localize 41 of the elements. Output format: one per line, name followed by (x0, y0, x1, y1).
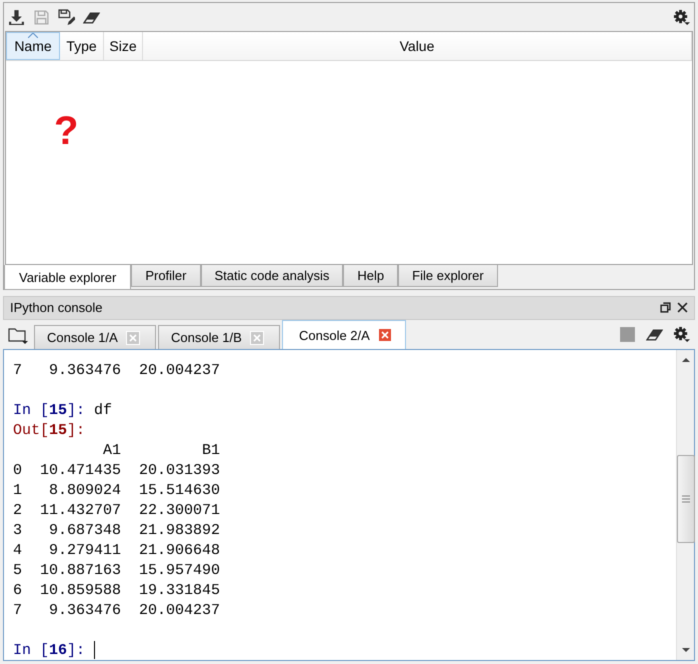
pane-tab[interactable]: File explorer (398, 265, 498, 288)
console-output: 4 9.279411 21.906648 (13, 542, 220, 558)
console-output: 3 9.687348 21.983892 (13, 522, 220, 538)
input-prompt: In [16]: (13, 642, 86, 658)
pane-tab[interactable]: Static code analysis (200, 265, 344, 288)
console-tab[interactable]: Console 1/A (34, 325, 156, 349)
column-header[interactable]: Value (143, 32, 692, 60)
scrollbar-thumb[interactable] (676, 455, 694, 543)
undock-icon[interactable] (660, 302, 671, 314)
pane-title: IPython console (10, 300, 103, 316)
scroll-down-icon[interactable] (682, 648, 690, 652)
console-output: 2 11.432707 22.300071 (13, 502, 220, 518)
floppy-pencil-icon[interactable] (58, 8, 75, 26)
pane-tab[interactable]: Profiler (131, 265, 200, 288)
column-header[interactable]: Size (104, 32, 143, 60)
column-header[interactable]: Type (60, 32, 104, 60)
settings-icon[interactable] (673, 326, 690, 343)
console-output: 0 10.471435 20.031393 (13, 462, 220, 478)
folder-icon[interactable] (8, 327, 28, 345)
close-icon[interactable] (677, 302, 688, 314)
input-prompt: In [15]: (13, 402, 86, 418)
output-prompt: Out[15]: (13, 422, 86, 438)
console-output: A1 B1 (102, 442, 220, 458)
console-output: 5 10.887163 15.957490 (13, 562, 220, 578)
console-tab[interactable]: Console 2/A (282, 320, 406, 349)
sort-caret-icon (28, 33, 38, 38)
input-code-text: df (94, 402, 112, 418)
console-output: 7 9.363476 20.004237 (13, 362, 220, 378)
scrollbar[interactable] (676, 350, 694, 660)
console-tab[interactable]: Console 1/B (158, 325, 280, 349)
scroll-up-icon[interactable] (682, 358, 690, 362)
pane-tab[interactable]: Help (343, 265, 398, 288)
import-icon[interactable] (8, 8, 25, 26)
console-output: 6 10.859588 19.331845 (13, 582, 220, 598)
console-output: 7 9.363476 20.004237 (13, 602, 220, 618)
settings-icon[interactable] (673, 8, 690, 26)
pane-tab[interactable]: Variable explorer (4, 265, 132, 290)
console-output: 1 8.809024 15.514630 (13, 482, 220, 498)
column-header[interactable]: Name (6, 32, 60, 60)
question-mark: ? (54, 109, 78, 154)
grip-icon (682, 495, 690, 503)
